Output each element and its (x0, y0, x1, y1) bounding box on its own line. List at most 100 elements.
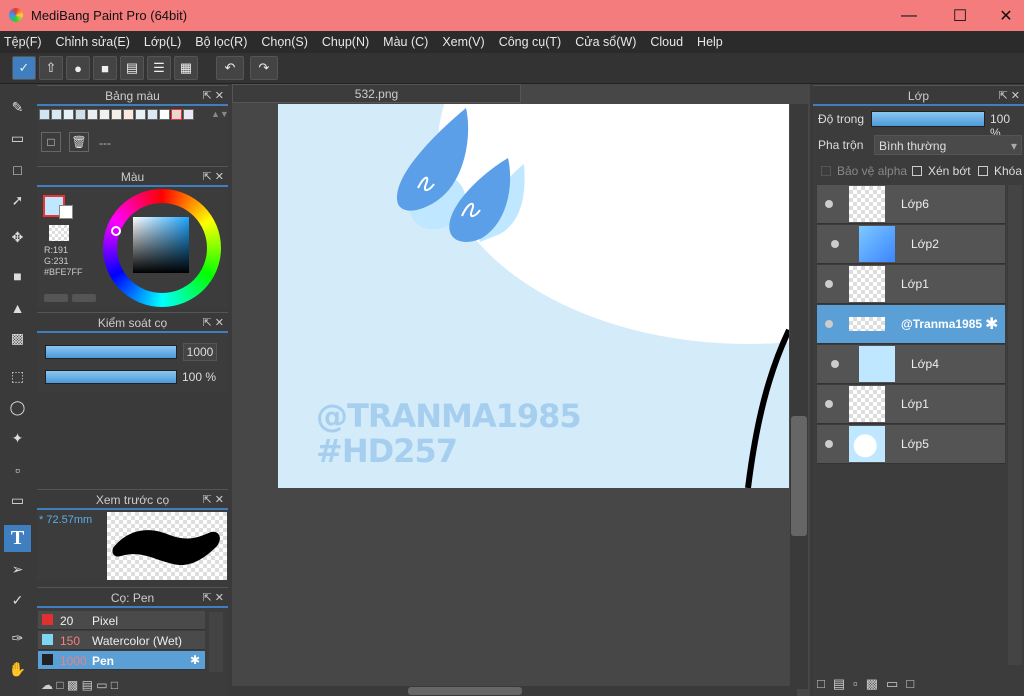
menu-window[interactable]: Cửa sổ(W) (575, 35, 636, 49)
color-picker-button[interactable] (72, 294, 96, 302)
message-icon[interactable]: ■ (93, 56, 117, 80)
canvas-horizontal-scrollbar[interactable] (232, 686, 797, 696)
panel-close-icon[interactable]: ⇱ ✕ (203, 86, 225, 106)
eye-icon[interactable] (831, 360, 839, 368)
menu-help[interactable]: Help (697, 35, 723, 49)
redo-icon[interactable]: ↷ (250, 56, 278, 80)
upload-icon[interactable]: ⇧ (39, 56, 63, 80)
brush-color-swatch (42, 614, 53, 625)
hue-handle[interactable] (111, 226, 121, 236)
brush-list-actions[interactable]: ☁ □ ▩ ▤ ▭ □ (41, 678, 221, 696)
brush-opacity-slider[interactable] (45, 370, 177, 384)
brush-list-panel: Cọ: Pen ⇱ ✕ 20 Pixel 150 Watercolor (Wet)… (37, 587, 228, 696)
brush-tool-icon[interactable]: ✎ (4, 94, 31, 121)
rectangle-tool-icon[interactable]: □ (4, 156, 31, 183)
layer-row[interactable]: Lớp1 (817, 265, 1005, 304)
panel-close-icon[interactable]: ⇱ ✕ (203, 313, 225, 333)
hue-ring[interactable] (103, 189, 221, 307)
minimize-button[interactable]: — (886, 0, 932, 31)
gear-icon[interactable]: ✱ (985, 314, 998, 334)
comment-icon[interactable]: ● (66, 56, 90, 80)
cloud-check-icon[interactable]: ✓ (12, 56, 36, 80)
delete-palette-icon[interactable]: 🗑 (69, 132, 89, 152)
brush-size-slider[interactable] (45, 345, 177, 359)
color-mode-button[interactable] (44, 294, 68, 302)
select-eraser-icon[interactable]: ▭ (4, 487, 31, 514)
eye-icon[interactable] (831, 240, 839, 248)
menu-layer[interactable]: Lớp(L) (144, 35, 181, 49)
menu-filter[interactable]: Bộ lọc(R) (195, 35, 247, 49)
menu-edit[interactable]: Chỉnh sửa(E) (56, 35, 130, 49)
protect-alpha-checkbox[interactable] (821, 166, 831, 176)
text-tool-icon[interactable]: T (4, 525, 31, 552)
grid-icon[interactable]: ▦ (174, 56, 198, 80)
eye-icon[interactable] (825, 440, 833, 448)
eye-icon[interactable] (825, 320, 833, 328)
divide-tool-icon[interactable]: ✓ (4, 587, 31, 614)
bucket-tool-icon[interactable]: ▲ (4, 294, 31, 321)
move-tool-icon[interactable]: ✥ (4, 224, 31, 251)
drawing-canvas[interactable]: @TRANMA1985 #HD257 (278, 104, 789, 488)
select-pen-icon[interactable]: ▫ (4, 456, 31, 483)
sv-square[interactable] (133, 217, 189, 273)
close-button[interactable]: ✕ (983, 0, 1024, 31)
select-rect-icon[interactable]: ⬚ (4, 363, 31, 390)
palette-scroll-icon[interactable]: ▲▼ (211, 109, 229, 127)
horizontal-scroll-thumb[interactable] (408, 687, 522, 695)
brush-item-watercolor[interactable]: 150 Watercolor (Wet) (38, 631, 205, 650)
line-tool-icon[interactable]: ➚ (4, 187, 31, 214)
operation-tool-icon[interactable]: ➢ (4, 556, 31, 583)
menu-tools[interactable]: Công cụ(T) (499, 35, 562, 49)
document-icon[interactable]: ▤ (120, 56, 144, 80)
background-color[interactable] (59, 205, 73, 219)
canvas-vertical-scrollbar[interactable] (790, 104, 808, 689)
menu-cloud[interactable]: Cloud (650, 35, 683, 49)
layer-name: Lớp1 (901, 397, 929, 411)
layer-opacity-slider[interactable] (871, 111, 985, 127)
panel-close-icon[interactable]: ⇱ ✕ (203, 490, 225, 510)
panel-close-icon[interactable]: ⇱ ✕ (999, 86, 1021, 106)
layer-actions[interactable]: □▤▫▩▭□ (817, 676, 1007, 696)
layer-row[interactable]: Lớp1 (817, 385, 1005, 424)
eye-icon[interactable] (825, 200, 833, 208)
layer-row[interactable]: Lớp6 (817, 185, 1005, 224)
lasso-tool-icon[interactable]: ◯ (4, 394, 31, 421)
menu-snap[interactable]: Chụp(N) (322, 35, 369, 49)
brush-size-value[interactable]: 1000 (183, 343, 217, 361)
menu-file[interactable]: Tệp(F) (4, 35, 42, 49)
eye-icon[interactable] (825, 280, 833, 288)
list-icon[interactable]: ☰ (147, 56, 171, 80)
lock-checkbox[interactable] (978, 166, 988, 176)
vertical-scroll-thumb[interactable] (791, 416, 807, 536)
brush-item-pen[interactable]: 1000 Pen ✱ (38, 651, 205, 670)
gear-icon[interactable]: ✱ (190, 653, 200, 667)
menu-view[interactable]: Xem(V) (442, 35, 484, 49)
eraser-tool-icon[interactable]: ▭ (4, 125, 31, 152)
menu-select[interactable]: Chọn(S) (261, 35, 308, 49)
layer-row-selected[interactable]: @Tranma1985 ✱ (817, 305, 1005, 344)
menu-color[interactable]: Màu (C) (383, 35, 428, 49)
undo-icon[interactable]: ↶ (216, 56, 244, 80)
brush-list-scrollbar[interactable] (209, 612, 223, 672)
layer-row[interactable]: Lớp5 (817, 425, 1005, 464)
clip-checkbox[interactable] (912, 166, 922, 176)
palette-swatches[interactable] (39, 109, 209, 127)
panel-close-icon[interactable]: ⇱ ✕ (203, 167, 225, 187)
hand-tool-icon[interactable]: ✋ (4, 656, 31, 683)
layer-row[interactable]: Lớp2 (817, 225, 1005, 264)
brush-item-pixel[interactable]: 20 Pixel (38, 611, 205, 630)
maximize-button[interactable]: ☐ (937, 0, 983, 31)
panel-close-icon[interactable]: ⇱ ✕ (203, 588, 225, 608)
blend-label: Pha trộn (818, 138, 864, 152)
eye-icon[interactable] (825, 400, 833, 408)
transparent-color[interactable] (49, 225, 69, 241)
layer-row[interactable]: Lớp4 (817, 345, 1005, 384)
magic-wand-icon[interactable]: ✦ (4, 425, 31, 452)
eyedropper-icon[interactable]: ✑ (4, 625, 31, 652)
blend-mode-select[interactable]: Bình thường ▾ (874, 135, 1022, 155)
document-tab[interactable]: 532.png (232, 84, 521, 103)
fill-rect-tool-icon[interactable]: ■ (4, 262, 31, 289)
layer-list-scrollbar[interactable] (1008, 185, 1022, 665)
gradient-tool-icon[interactable]: ▩ (4, 325, 31, 352)
new-palette-icon[interactable]: □ (41, 132, 61, 152)
